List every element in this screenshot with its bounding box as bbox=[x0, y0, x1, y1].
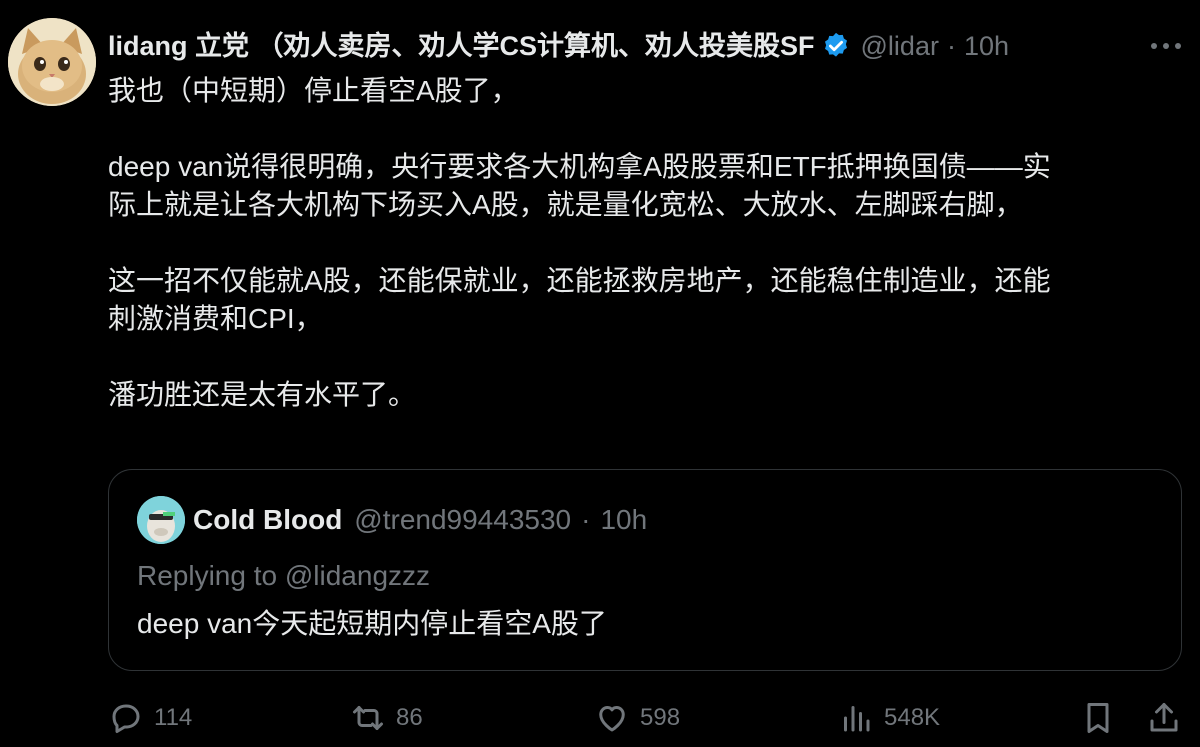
bookmark-icon bbox=[1087, 703, 1109, 733]
verified-badge-icon bbox=[821, 31, 851, 61]
more-dots-icon bbox=[1151, 43, 1181, 49]
heart-icon bbox=[599, 706, 625, 732]
share-button[interactable] bbox=[1146, 696, 1182, 740]
author-display-name[interactable]: lidang 立党 （劝人卖房、劝人学CS计算机、劝人投美股SF bbox=[108, 26, 815, 66]
quote-author-handle[interactable]: @trend99443530 bbox=[354, 500, 571, 540]
separator-dot: · bbox=[581, 504, 591, 535]
separator-dot: · bbox=[946, 31, 956, 61]
tweet-line: 我也（中短期）停止看空A股了， bbox=[108, 75, 519, 106]
tweet-header: lidang 立党 （劝人卖房、劝人学CS计算机、劝人投美股SF @lidar … bbox=[108, 26, 1188, 66]
reply-count: 114 bbox=[154, 704, 193, 731]
tweet-line-gap bbox=[108, 224, 1168, 262]
reply-button[interactable]: 114 bbox=[108, 696, 192, 740]
reply-icon bbox=[112, 704, 140, 733]
tweet-line-gap bbox=[108, 338, 1168, 376]
quote-time: 10h bbox=[600, 504, 648, 535]
tweet-line: 际上就是让各大机构下场买入A股，就是量化宽松、大放水、左脚踩右脚， bbox=[108, 189, 1023, 220]
like-button[interactable]: 598 bbox=[594, 696, 680, 740]
repost-button[interactable]: 86 bbox=[350, 696, 423, 740]
quote-author-avatar[interactable] bbox=[137, 496, 185, 544]
replying-to-label: Replying to @lidangzzz bbox=[137, 560, 431, 591]
like-count: 598 bbox=[640, 704, 681, 731]
author-handle[interactable]: @lidar bbox=[861, 26, 939, 66]
views-icon bbox=[844, 706, 870, 732]
quote-header: Cold Blood @trend99443530 · 10h bbox=[193, 500, 647, 540]
tweet-line: deep van说得很明确，央行要求各大机构拿A股股票和ETF抵押换国债——实 bbox=[108, 151, 1051, 182]
tweet-line-gap bbox=[108, 110, 1168, 148]
tweet: lidang 立党 （劝人卖房、劝人学CS计算机、劝人投美股SF @lidar … bbox=[0, 0, 1200, 747]
quote-author-name[interactable]: Cold Blood bbox=[193, 500, 342, 540]
bookmark-button[interactable] bbox=[1080, 696, 1116, 740]
views-button[interactable]: 548K bbox=[838, 696, 940, 740]
tweet-line: 这一招不仅能就A股，还能保就业，还能拯救房地产，还能稳住制造业，还能 bbox=[108, 265, 1051, 296]
repost-icon bbox=[353, 706, 383, 730]
cat-avatar-image bbox=[8, 18, 96, 106]
quote-text: deep van今天起短期内停止看空A股了 bbox=[137, 608, 607, 639]
action-bar: 114 86 598 548K bbox=[108, 696, 1184, 740]
tweet-line: 刺激消费和CPI， bbox=[108, 303, 323, 334]
tweet-line: 潘功胜还是太有水平了。 bbox=[108, 379, 417, 410]
more-options-button[interactable] bbox=[1146, 30, 1186, 62]
repost-count: 86 bbox=[396, 704, 423, 731]
quoted-tweet-card[interactable]: Cold Blood @trend99443530 · 10h Replying… bbox=[108, 469, 1182, 671]
view-count: 548K bbox=[884, 704, 941, 731]
tweet-text: 我也（中短期）停止看空A股了， deep van说得很明确，央行要求各大机构拿A… bbox=[108, 72, 1168, 414]
tweet-time[interactable]: 10h bbox=[964, 26, 1009, 66]
ape-avatar-image bbox=[137, 496, 185, 544]
share-icon bbox=[1150, 703, 1178, 732]
author-avatar[interactable] bbox=[8, 18, 96, 106]
